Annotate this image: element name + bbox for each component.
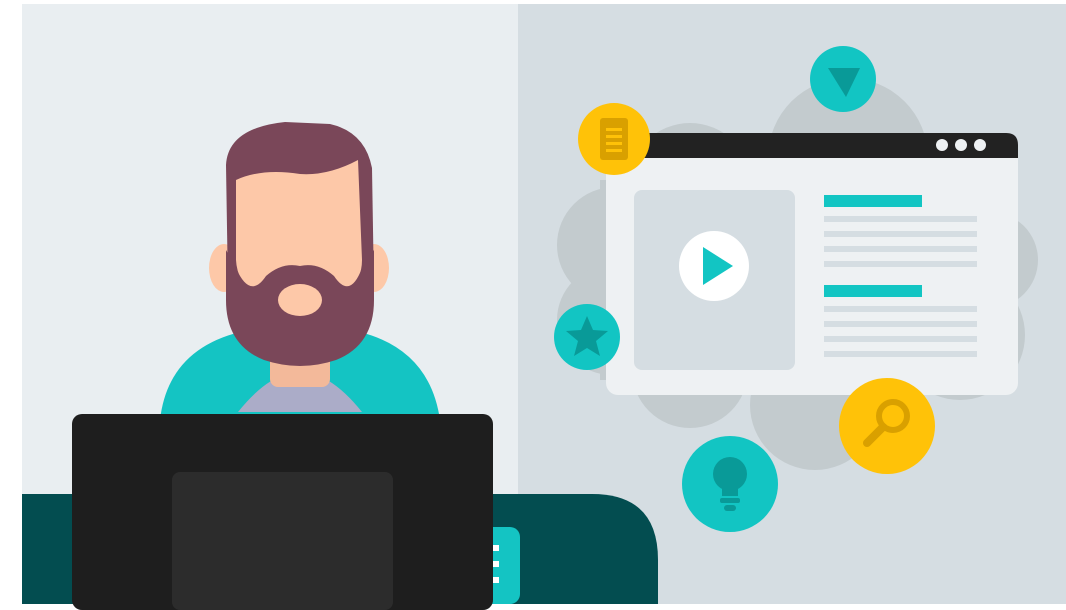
document-icon — [600, 118, 628, 160]
app-grid-icon — [493, 545, 499, 583]
document-badge — [578, 103, 650, 175]
window-dot — [974, 139, 986, 151]
search-badge — [839, 378, 935, 474]
window-controls — [936, 139, 986, 151]
send-badge — [810, 46, 876, 112]
heading-bar — [824, 195, 922, 207]
play-button — [679, 231, 749, 301]
laptop — [72, 414, 493, 610]
window-dot — [936, 139, 948, 151]
illustration — [22, 4, 1066, 610]
laptop-panel — [172, 472, 393, 610]
mouth — [278, 284, 322, 316]
window-dot — [955, 139, 967, 151]
browser-window — [606, 133, 1018, 395]
heading-bar — [824, 285, 922, 297]
lightbulb-badge — [682, 436, 778, 532]
star-badge — [554, 304, 620, 370]
